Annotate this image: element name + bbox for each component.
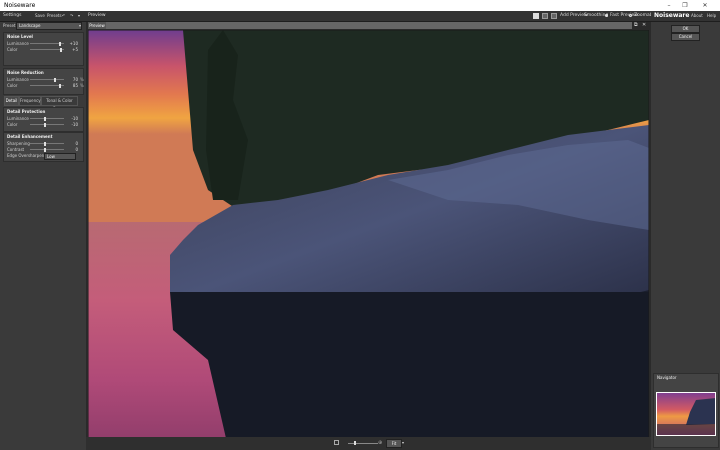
noise-reduction-color-value[interactable]: 85 [68, 83, 78, 88]
preview-tab[interactable]: Preview 1 [88, 22, 106, 35]
brand-logo: Noiseware [654, 12, 690, 19]
settings-title: Settings [3, 13, 22, 18]
right-panel: Noiseware About Help OK Cancel Navigator [651, 11, 720, 450]
right-header: Noiseware About Help [651, 11, 720, 22]
percent-unit: % [80, 77, 84, 82]
slider-knob[interactable] [44, 122, 46, 127]
preset-label: Preset: [3, 23, 17, 28]
undo-icon[interactable]: ↶ [62, 13, 65, 18]
detail-protection-color-slider[interactable] [30, 122, 64, 127]
save-button[interactable]: Save [35, 13, 45, 18]
side-by-side-icon[interactable] [551, 13, 557, 19]
preview-title: Preview [88, 13, 106, 18]
redo-icon[interactable]: ↷ [70, 13, 73, 18]
sharpening-value[interactable]: 0 [68, 141, 78, 146]
navigator-title: Navigator [657, 375, 677, 380]
slider-knob[interactable] [59, 41, 61, 46]
detail-protection-color-label: Color [7, 122, 18, 127]
sharpening-slider[interactable] [30, 141, 64, 146]
noise-reduction-luminance-slider[interactable] [30, 77, 64, 82]
slider-knob[interactable] [44, 116, 46, 121]
presets-button[interactable]: Presets [47, 13, 62, 18]
preset-dropdown[interactable]: Landscape [16, 22, 82, 30]
zoom-value: Fit [391, 441, 397, 446]
preview-tab-controls-icon[interactable]: ⧉ [634, 22, 638, 28]
zoom-in-icon[interactable]: ⊕ [378, 440, 382, 446]
detail-protection-luminance-value[interactable]: -10 [68, 116, 78, 121]
slider-knob[interactable] [44, 141, 46, 146]
zoomable-radio[interactable] [629, 14, 632, 17]
preview-area: Preview Add Preview Smoothing Fast Previ… [86, 11, 657, 450]
noise-reduction-luminance-value[interactable]: 70 [68, 77, 78, 82]
contrast-label: Contrast [7, 147, 25, 152]
slider-knob[interactable] [44, 147, 46, 152]
noise-level-section: Noise Level Luminance +10 Color +5 [3, 32, 84, 66]
detail-protection-luminance-label: Luminance [7, 116, 29, 121]
fast-preview-radio[interactable] [605, 14, 608, 17]
noise-reduction-luminance-label: Luminance [7, 77, 29, 82]
settings-panel: Settings Save Presets ↶ ↷ ▾ Preset: Land… [0, 11, 86, 450]
hand-tool-icon[interactable] [334, 440, 339, 445]
tab-detail[interactable]: Detail [4, 96, 19, 106]
preview-tab-bar [106, 22, 632, 29]
noise-level-color-slider[interactable] [30, 47, 64, 52]
zoom-slider-knob[interactable] [354, 441, 356, 445]
zoom-bar: ⊕ Fit ▾ [86, 437, 651, 450]
contrast-slider[interactable] [30, 147, 64, 152]
preview-image[interactable] [88, 30, 649, 447]
noise-level-color-label: Color [7, 47, 18, 52]
detail-enhancement-title: Detail Enhancement [7, 134, 53, 139]
title-bar: Noiseware – ❐ ✕ [0, 0, 720, 11]
zoom-dropdown[interactable]: Fit [386, 439, 402, 448]
noise-level-luminance-slider[interactable] [30, 41, 64, 46]
ok-button[interactable]: OK [671, 25, 700, 33]
tab-tonal-color-range[interactable]: Tonal & Color Range [41, 96, 78, 111]
close-icon[interactable]: ✕ [698, 1, 712, 10]
navigator-thumbnail[interactable] [656, 392, 716, 436]
detail-protection-title: Detail Protection [7, 109, 46, 114]
noise-reduction-color-label: Color [7, 83, 18, 88]
edge-oversharpening-value: Low [47, 154, 55, 159]
preview-close-icon[interactable]: ✕ [642, 22, 646, 28]
contrast-value[interactable]: 0 [68, 147, 78, 152]
noise-reduction-title: Noise Reduction [7, 70, 44, 75]
edge-oversharpening-dropdown[interactable]: Low [44, 153, 76, 160]
sharpening-label: Sharpening [7, 141, 30, 146]
app-title: Noiseware [4, 2, 36, 9]
detail-protection-color-value[interactable]: -10 [68, 122, 78, 127]
split-view-icon[interactable] [542, 13, 548, 19]
detail-enhancement-section: Detail Enhancement Sharpening 0 Contrast… [3, 132, 84, 162]
detail-protection-luminance-slider[interactable] [30, 116, 64, 121]
dropdown-chevron-icon[interactable]: ▾ [79, 23, 81, 28]
preview-toolbar: Preview Add Preview Smoothing Fast Previ… [86, 11, 657, 22]
slider-knob[interactable] [54, 77, 56, 82]
menu-chevron-icon[interactable]: ▾ [78, 13, 80, 18]
noise-level-luminance-value[interactable]: +10 [68, 41, 78, 46]
tab-frequency[interactable]: Frequency [19, 96, 41, 106]
preset-value: Landscape [19, 23, 41, 28]
slider-knob[interactable] [60, 47, 62, 52]
navigator-panel: Navigator [653, 373, 719, 448]
maximize-icon[interactable]: ❐ [678, 1, 692, 10]
zoom-chevron-icon[interactable]: ▾ [402, 440, 404, 445]
percent-unit: % [80, 83, 84, 88]
landscape-photo [88, 30, 649, 447]
settings-header: Settings Save Presets ↶ ↷ ▾ [0, 11, 86, 22]
single-view-icon[interactable] [533, 13, 539, 19]
zoom-slider[interactable] [348, 443, 378, 444]
detail-protection-section: Detail Protection Luminance -10 Color -1… [3, 107, 84, 132]
noise-level-title: Noise Level [7, 34, 33, 39]
noise-reduction-section: Noise Reduction Luminance 70 % Color 85 … [3, 68, 84, 95]
cancel-button[interactable]: Cancel [671, 33, 700, 41]
about-link[interactable]: About [691, 13, 703, 18]
slider-knob[interactable] [59, 83, 61, 88]
noise-reduction-color-slider[interactable] [30, 83, 64, 88]
noise-level-color-value[interactable]: +5 [68, 47, 78, 52]
minimize-icon[interactable]: – [662, 1, 676, 10]
noise-level-luminance-label: Luminance [7, 41, 29, 46]
help-link[interactable]: Help [707, 13, 716, 18]
